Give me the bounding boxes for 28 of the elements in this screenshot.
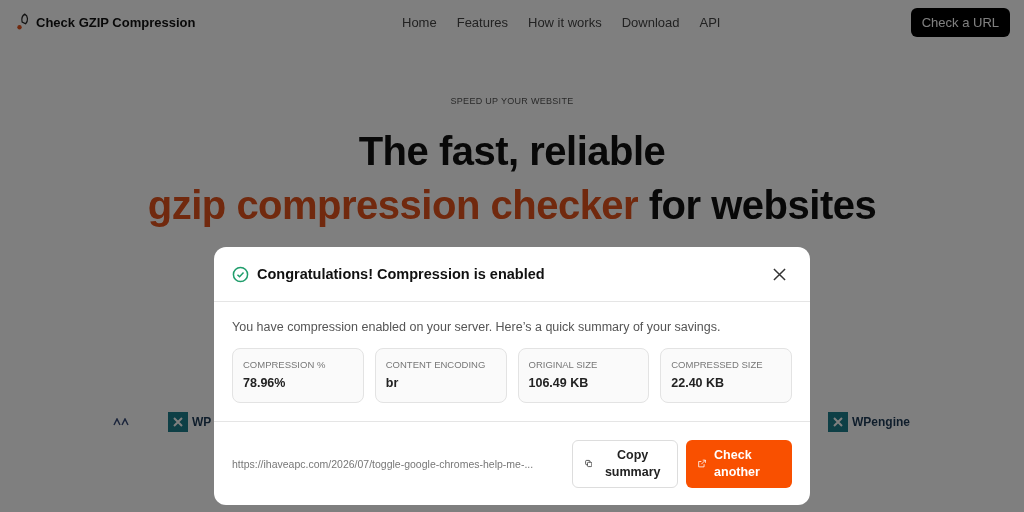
stat-value: 106.49 KB <box>528 376 590 390</box>
logo-text: WPengine <box>852 415 910 429</box>
nav-link[interactable]: Features <box>456 14 508 30</box>
copy-icon <box>585 458 593 469</box>
stat-label: ORIGINAL SIZE <box>528 359 599 370</box>
nav-link[interactable]: Home <box>402 14 437 30</box>
nav-link[interactable]: API <box>699 14 721 30</box>
copy-summary-button[interactable]: Copy summary <box>572 439 678 488</box>
stat-label: COMPRESSED SIZE <box>671 359 764 370</box>
stat-value: 78.96% <box>243 376 287 390</box>
check-another-button[interactable]: Check another <box>686 439 792 488</box>
brand-name[interactable]: Check GZIP Compression <box>36 14 196 30</box>
close-icon[interactable] <box>773 267 786 281</box>
stat-value: 22.40 KB <box>671 376 726 390</box>
nav-link[interactable]: Download <box>621 14 680 30</box>
summary-text: You have compression enabled on your server. Here’s a quick summary of your savings. <box>232 320 722 334</box>
stat-label: COMPRESSION % <box>243 359 327 370</box>
check-url-button[interactable]: Check a URL <box>910 7 1010 37</box>
nav-link[interactable]: How it works <box>528 14 602 30</box>
hero-heading: The fast, reliable gzip compression checker for websites <box>146 128 878 229</box>
stat-value: br <box>385 376 400 390</box>
check-circle-icon <box>232 265 249 283</box>
logo-text: WP <box>192 415 212 429</box>
dialog-title: Congratulations! Compression is enabled <box>257 266 546 282</box>
stat-label: CONTENT ENCODING <box>385 359 487 370</box>
external-link-icon <box>698 458 707 469</box>
checked-url: https://ihaveapc.com/2026/07/toggle-google-chromes-help-me-... <box>232 457 535 470</box>
kicker-text: SPEED UP YOUR WEBSITE <box>449 96 575 106</box>
